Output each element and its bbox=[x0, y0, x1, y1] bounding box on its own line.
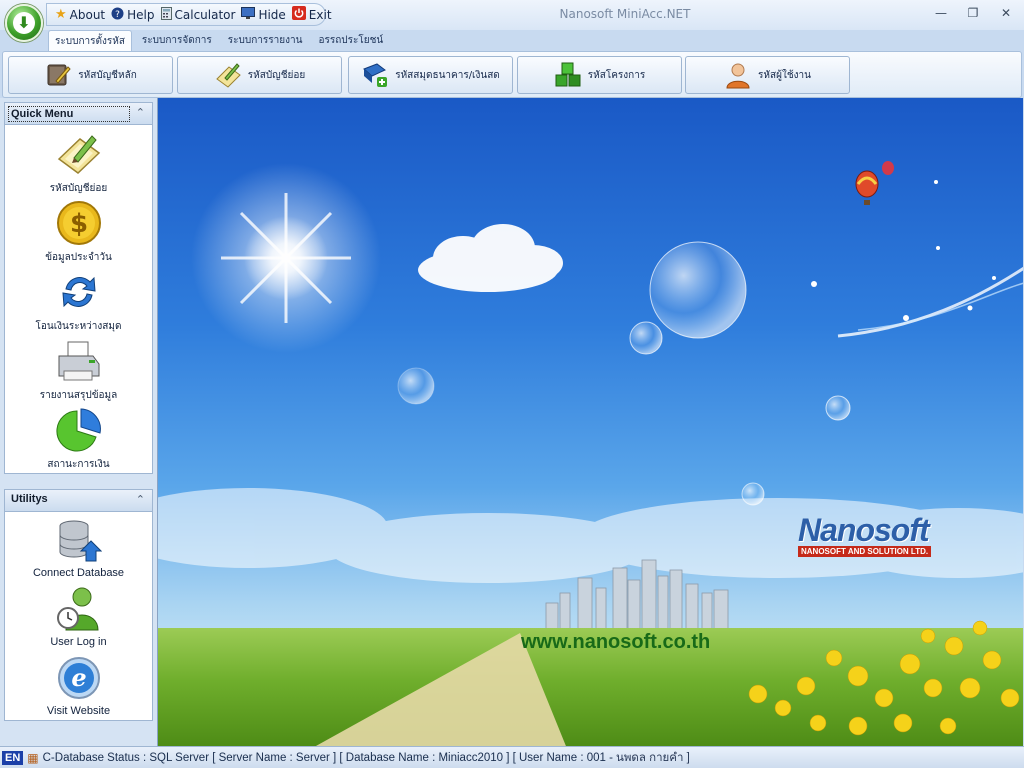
svg-text:?: ? bbox=[115, 10, 120, 20]
printer-icon bbox=[56, 338, 102, 384]
status-bar: EN ▦ C-Database Status : SQL Server [ Se… bbox=[0, 746, 1024, 768]
about-button[interactable]: ★ About bbox=[55, 8, 105, 22]
star-icon: ★ bbox=[55, 7, 67, 22]
tab-code-setup[interactable]: ระบบการตั้งรหัส bbox=[48, 30, 132, 52]
database-icon bbox=[56, 517, 102, 563]
monitor-icon bbox=[241, 6, 256, 23]
quick-menu-header[interactable]: Quick Menu ⌃ bbox=[5, 103, 152, 125]
bank-cash-book-code-button[interactable]: รหัสสมุดธนาคาร/เงินสด bbox=[348, 56, 513, 94]
ribbon-panel: รหัสบัญชีหลัก รหัสบัญชีย่อย รหัสสมุดธนาค… bbox=[2, 51, 1022, 98]
quick-menu-panel: Quick Menu ⌃ รหัสบัญชีย่อย $ ข้อมูลประจำ… bbox=[4, 102, 153, 474]
exit-button[interactable]: Exit bbox=[291, 6, 332, 23]
user-clock-icon bbox=[56, 586, 102, 632]
user-code-button[interactable]: รหัสผู้ใช้งาน bbox=[685, 56, 850, 94]
window-title: Nanosoft MiniAcc.NET bbox=[559, 7, 691, 21]
tab-management[interactable]: ระบบการจัดการ bbox=[136, 30, 218, 52]
power-icon bbox=[291, 6, 306, 23]
dollar-coin-icon: $ bbox=[56, 200, 102, 246]
ledger-book-icon bbox=[44, 61, 72, 89]
quick-menu-book-transfer[interactable]: โอนเงินระหว่างสมุด bbox=[5, 267, 152, 336]
utilitys-panel: Utilitys ⌃ Connect Database User Log in … bbox=[4, 489, 153, 721]
tab-utilities[interactable]: อรรถประโยชน์ bbox=[312, 30, 389, 52]
down-arrow-icon: ⬇ bbox=[13, 12, 35, 34]
status-user-name: นพดล กายคำ ] bbox=[615, 751, 690, 764]
utilitys-title: Utilitys bbox=[11, 493, 48, 505]
nanosoft-logo: Nanosoft bbox=[798, 512, 930, 548]
utility-visit-website[interactable]: e Visit Website bbox=[5, 653, 152, 722]
calculator-button[interactable]: Calculator bbox=[160, 6, 235, 23]
quick-menu-financial-status[interactable]: สถานะการเงิน bbox=[5, 405, 152, 474]
user-icon bbox=[724, 61, 752, 89]
database-status-text: C-Database Status : SQL Server [ Server … bbox=[42, 751, 613, 764]
green-blocks-icon bbox=[554, 61, 582, 89]
ribbon-tabs: ระบบการตั้งรหัส ระบบการจัดการ ระบบการราย… bbox=[48, 30, 389, 52]
quick-menu-summary-report[interactable]: รายงานสรุปข้อมูล bbox=[5, 336, 152, 405]
bank-book-add-icon bbox=[361, 61, 389, 89]
main-workspace: www.nanosoft.co.th Nanosoft NANOSOFT AND… bbox=[157, 98, 1023, 746]
website-watermark: www.nanosoft.co.th bbox=[521, 631, 711, 653]
collapse-icon[interactable]: ⌃ bbox=[136, 106, 145, 119]
database-status-icon: ▦ bbox=[27, 750, 39, 765]
nanosoft-logo-subtitle: NANOSOFT AND SOLUTION LTD. bbox=[798, 546, 932, 557]
quick-access-toolbar: ★ About ? Help Calculator Hide Exit bbox=[46, 3, 332, 26]
browser-icon: e bbox=[56, 655, 102, 701]
close-button[interactable]: ✕ bbox=[996, 6, 1016, 22]
tab-reports[interactable]: ระบบการรายงาน bbox=[222, 30, 309, 52]
svg-text:$: $ bbox=[69, 209, 87, 239]
help-icon: ? bbox=[111, 7, 124, 23]
application-menu-button[interactable]: ⬇ bbox=[5, 4, 43, 42]
language-indicator[interactable]: EN bbox=[2, 750, 24, 765]
calculator-icon bbox=[160, 6, 172, 23]
collapse-icon[interactable]: ⌃ bbox=[136, 493, 145, 506]
help-button[interactable]: ? Help bbox=[111, 7, 155, 23]
pie-chart-icon bbox=[55, 407, 102, 453]
utility-user-log-in[interactable]: User Log in bbox=[5, 584, 152, 653]
quick-menu-title: Quick Menu bbox=[8, 106, 131, 122]
utilitys-header[interactable]: Utilitys ⌃ bbox=[5, 490, 152, 512]
project-code-button[interactable]: รหัสโครงการ bbox=[517, 56, 682, 94]
note-pencil-icon bbox=[56, 131, 102, 177]
transfer-arrows-icon bbox=[56, 269, 102, 315]
minimize-button[interactable]: — bbox=[931, 6, 951, 22]
quick-menu-sub-account[interactable]: รหัสบัญชีย่อย bbox=[5, 129, 152, 198]
quick-menu-daily-data[interactable]: $ ข้อมูลประจำวัน bbox=[5, 198, 152, 267]
hide-button[interactable]: Hide bbox=[241, 6, 286, 23]
svg-text:e: e bbox=[71, 663, 86, 692]
restore-button[interactable]: ❐ bbox=[963, 6, 983, 22]
utility-connect-database[interactable]: Connect Database bbox=[5, 515, 152, 584]
sub-account-code-button[interactable]: รหัสบัญชีย่อย bbox=[177, 56, 342, 94]
note-pencil-icon bbox=[214, 61, 242, 89]
title-bar: ★ About ? Help Calculator Hide Exit Nano… bbox=[0, 0, 1024, 30]
main-account-code-button[interactable]: รหัสบัญชีหลัก bbox=[8, 56, 173, 94]
